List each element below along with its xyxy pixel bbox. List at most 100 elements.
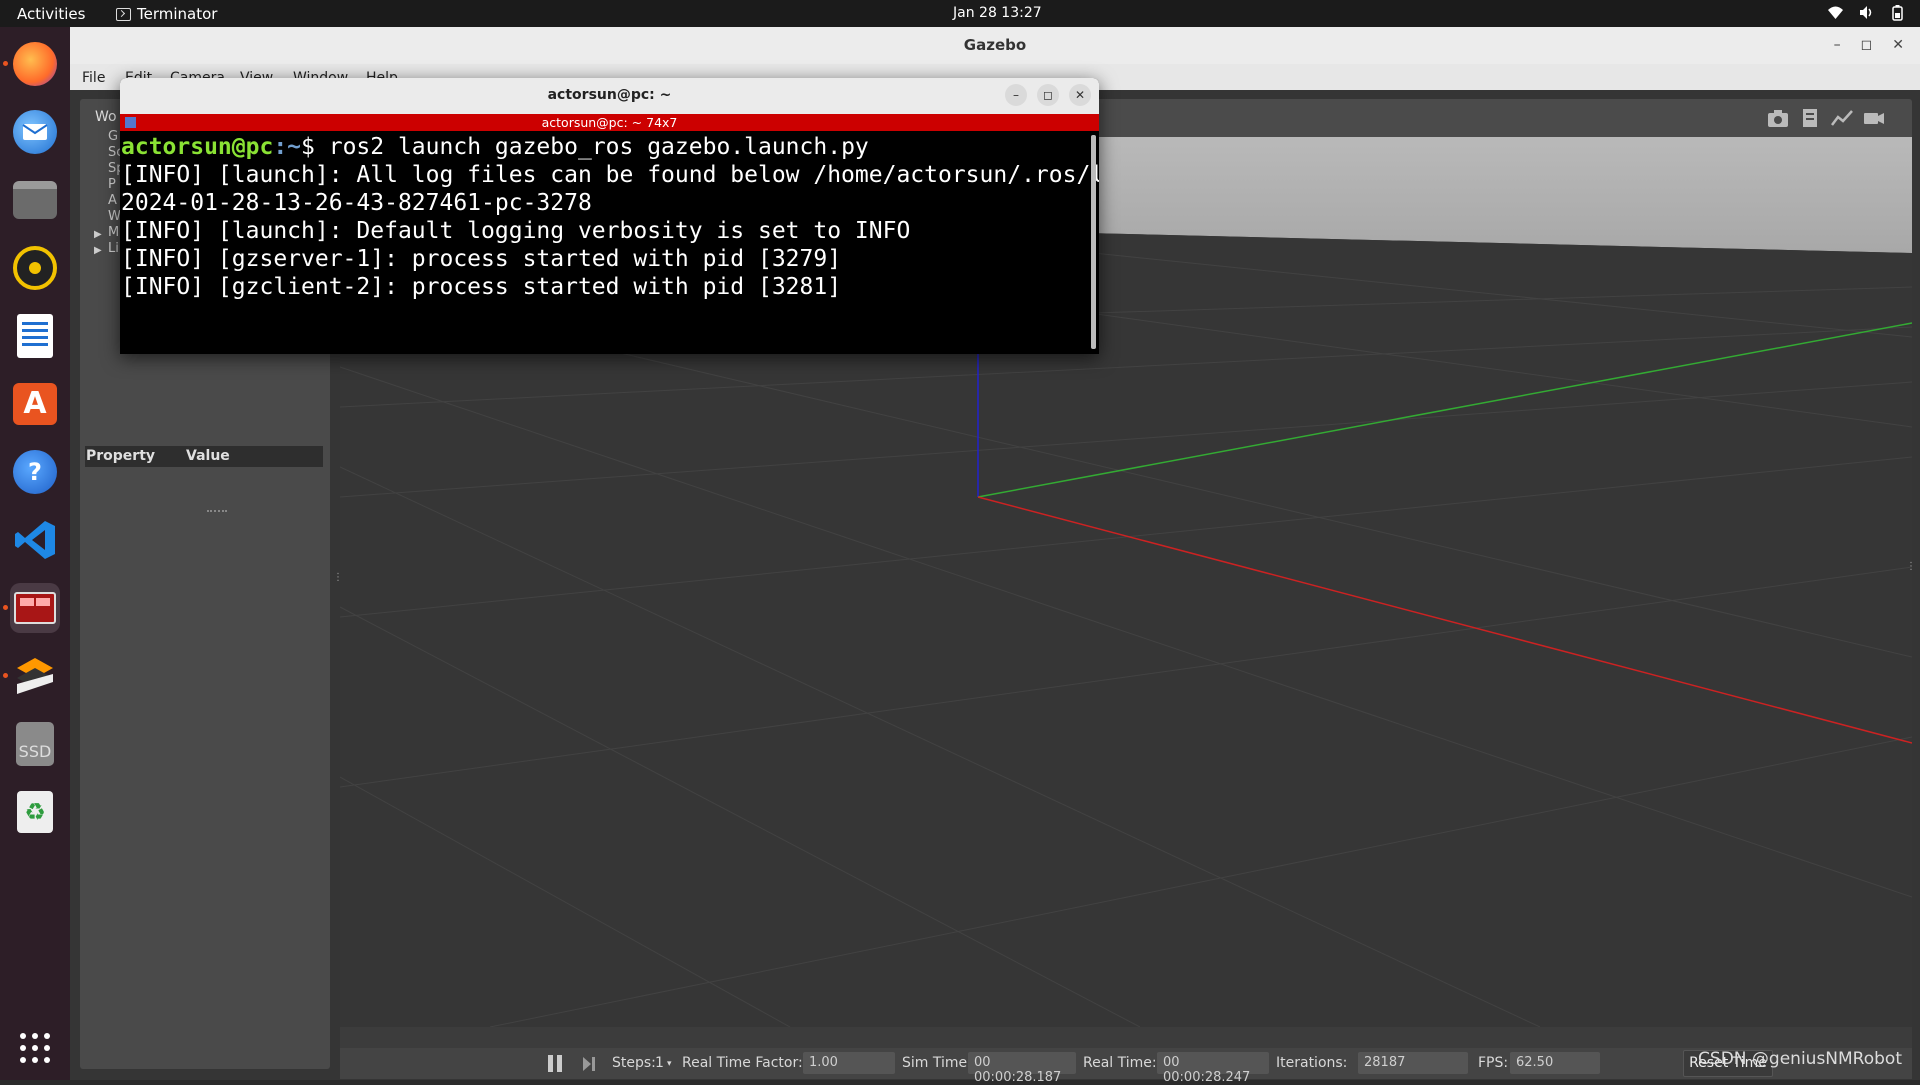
plot-icon[interactable]	[1830, 107, 1854, 129]
top-bar: Activities Terminator Jan 28 13:27	[0, 0, 1920, 27]
right-panel-handle[interactable]: ⋮	[1906, 561, 1912, 572]
property-column-header: Property	[86, 448, 156, 464]
dock-firefox[interactable]	[10, 39, 60, 89]
dock-terminator[interactable]	[10, 583, 60, 633]
wifi-icon[interactable]	[1827, 4, 1844, 21]
terminal-subtitle: actorsun@pc: ~ 74x7	[541, 115, 678, 130]
output-line: [INFO] [gzserver-1]: process started wit…	[121, 246, 842, 272]
iterations-label: Iterations:	[1276, 1055, 1348, 1071]
left-panel-handle[interactable]: ⋮	[333, 572, 343, 583]
show-apps-button[interactable]	[10, 1023, 60, 1073]
prompt-path: :~	[273, 134, 302, 160]
sim-time-label: Sim Time:	[902, 1055, 972, 1071]
output-line: [INFO] [launch]: All log files can be fo…	[121, 162, 1099, 188]
world-tab[interactable]: Wo	[95, 109, 117, 125]
help-icon: ?	[13, 450, 57, 494]
expand-arrow-icon[interactable]: ▶	[94, 229, 102, 240]
terminal-tab-bar[interactable]: actorsun@pc: ~ 74x7	[120, 114, 1099, 131]
dock-help[interactable]: ?	[10, 447, 60, 497]
output-line: [INFO] [gzclient-2]: process started wit…	[121, 274, 842, 300]
writer-icon	[17, 314, 53, 358]
tree-item-gui[interactable]: G	[108, 129, 118, 144]
sim-time-field: 00 00:00:28.187	[968, 1052, 1076, 1085]
terminal-icon	[116, 7, 131, 21]
watermark: CSDN @geniusNMRobot	[1698, 1049, 1902, 1069]
running-indicator	[3, 605, 8, 610]
output-line: 2024-01-28-13-26-43-827461-pc-3278	[121, 190, 592, 216]
close-button[interactable]: ✕	[1892, 27, 1904, 64]
running-indicator	[3, 673, 8, 678]
expand-arrow-icon[interactable]: ▶	[94, 245, 102, 256]
output-line: [INFO] [launch]: Default logging verbosi…	[121, 218, 911, 244]
video-record-icon[interactable]	[1862, 107, 1886, 129]
iterations-field: 28187	[1358, 1052, 1468, 1074]
minimize-button[interactable]: –	[1005, 84, 1027, 106]
rhythmbox-icon	[13, 246, 57, 290]
terminal-output[interactable]: actorsun@pc:~$ ros2 launch gazebo_ros ga…	[121, 133, 1099, 351]
app-menu[interactable]: Terminator	[116, 5, 217, 23]
tree-item-physics[interactable]: P	[108, 177, 116, 192]
fps-label: FPS:	[1478, 1055, 1509, 1071]
property-header: Property Value	[85, 446, 323, 467]
files-icon	[13, 181, 57, 219]
dock-vscode[interactable]	[10, 515, 60, 565]
tree-item-atmosphere[interactable]: A	[108, 193, 117, 208]
terminator-icon	[125, 117, 136, 128]
dock-sublime[interactable]	[10, 651, 60, 701]
rtf-field: 1.00	[803, 1052, 895, 1074]
ssd-icon: SSD	[16, 722, 54, 766]
minimize-button[interactable]: –	[1834, 27, 1841, 64]
volume-icon[interactable]	[1858, 4, 1875, 21]
menu-file[interactable]: File	[82, 70, 105, 86]
chevron-down-icon[interactable]: ▾	[667, 1059, 672, 1069]
trash-icon: ♻	[17, 791, 53, 833]
dock-trash[interactable]: ♻	[10, 787, 60, 837]
prompt-user: actorsun@pc	[121, 134, 274, 160]
maximize-button[interactable]: ◻	[1861, 27, 1873, 64]
window-title: Gazebo	[963, 36, 1027, 54]
step-icon[interactable]	[582, 1056, 596, 1072]
power-icon[interactable]	[1889, 4, 1906, 21]
terminator-icon	[14, 592, 56, 624]
terminal-titlebar[interactable]: actorsun@pc: ~ – ◻ ✕	[120, 78, 1099, 114]
dock: A ? SSD ♻	[0, 27, 70, 1080]
running-indicator	[3, 61, 8, 66]
tree-item-lights[interactable]: Li	[108, 241, 119, 256]
clock[interactable]: Jan 28 13:27	[953, 5, 1042, 21]
panel-splitter[interactable]	[207, 510, 227, 513]
terminal-title: actorsun@pc: ~	[547, 87, 672, 103]
tree-item-models[interactable]: M	[108, 225, 119, 240]
activities-button[interactable]: Activities	[17, 5, 85, 23]
time-panel: Steps: 1 ▾ Real Time Factor: 1.00 Sim Ti…	[340, 1048, 1912, 1085]
fps-field: 62.50	[1510, 1052, 1600, 1074]
dock-rhythmbox[interactable]	[10, 243, 60, 293]
terminal-window[interactable]: actorsun@pc: ~ – ◻ ✕ actorsun@pc: ~ 74x7…	[120, 78, 1099, 354]
dock-ssd[interactable]: SSD	[10, 719, 60, 769]
value-column-header: Value	[186, 448, 230, 464]
firefox-icon	[13, 42, 57, 86]
app-center-icon: A	[13, 383, 57, 425]
dock-app-center[interactable]: A	[10, 379, 60, 429]
tree-item-wind[interactable]: W	[108, 209, 121, 224]
dock-thunderbird[interactable]	[10, 107, 60, 157]
sublime-icon	[17, 658, 53, 694]
real-time-label: Real Time:	[1083, 1055, 1157, 1071]
log-icon[interactable]	[1798, 107, 1822, 129]
terminal-scrollbar[interactable]	[1091, 135, 1096, 349]
screenshot-icon[interactable]	[1766, 107, 1790, 129]
thunderbird-icon	[13, 110, 57, 154]
grid-icon	[20, 1033, 50, 1063]
maximize-button[interactable]: ◻	[1037, 84, 1059, 106]
vscode-icon	[15, 521, 55, 559]
system-tray[interactable]	[1827, 4, 1906, 21]
dock-writer[interactable]	[10, 311, 60, 361]
real-time-field: 00 00:00:28.247	[1157, 1052, 1269, 1085]
pause-icon[interactable]	[548, 1055, 562, 1072]
steps-label: Steps:	[612, 1055, 656, 1071]
gazebo-titlebar[interactable]: Gazebo – ◻ ✕	[70, 27, 1920, 64]
rtf-label: Real Time Factor:	[682, 1055, 803, 1071]
close-button[interactable]: ✕	[1069, 84, 1091, 106]
dock-files[interactable]	[10, 175, 60, 225]
command-line: $ ros2 launch gazebo_ros gazebo.launch.p…	[301, 134, 869, 160]
steps-value[interactable]: 1	[655, 1055, 664, 1071]
